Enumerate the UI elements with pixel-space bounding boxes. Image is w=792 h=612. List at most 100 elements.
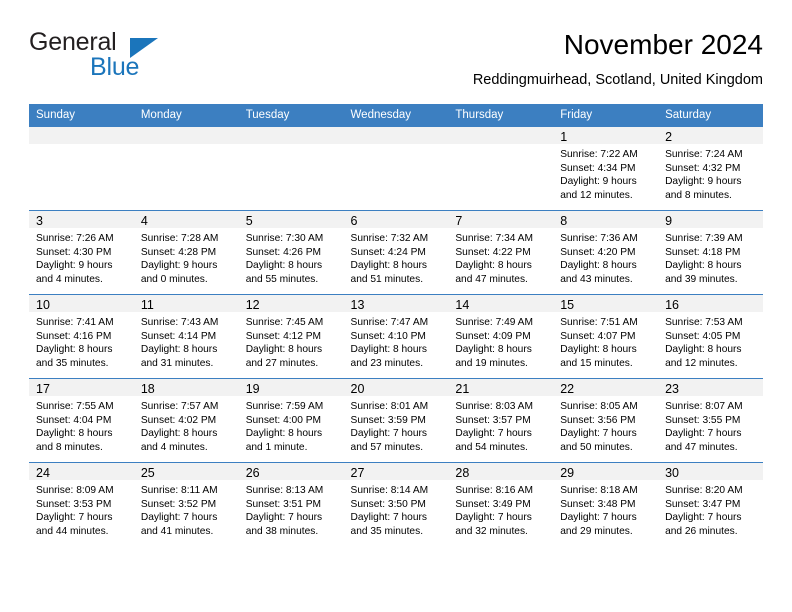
day-detail-line: and 4 minutes. [140,441,208,453]
day-detail-block: Sunrise: 7:59 AM Sunset: 4:00 PM Daylight:… [239,396,344,454]
calendar-day-cell[interactable]: 7 Sunrise: 7:34 AM Sunset: 4:22 PM Daylight… [448,210,554,295]
day-number: 8 [560,214,568,228]
weekday-header-monday: Monday [133,104,239,127]
day-detail-block: Sunrise: 8:20 AM Sunset: 3:47 PM Daylight:… [658,480,763,538]
day-detail-block: Sunrise: 7:26 AM Sunset: 4:30 PM Daylight:… [29,228,134,286]
day-detail-line: Sunrise: 8:01 AM [350,401,429,412]
day-detail-line: and 47 minutes. [455,273,528,285]
calendar-day-cell[interactable]: 6 Sunrise: 7:32 AM Sunset: 4:24 PM Daylight… [343,210,449,295]
day-detail-line: Sunset: 4:14 PM [140,330,217,342]
day-detail-line: Sunrise: 7:49 AM [455,317,533,328]
day-detail-block: Sunrise: 8:14 AM Sunset: 3:50 PM Daylight:… [344,480,449,538]
day-detail-block: Sunrise: 7:43 AM Sunset: 4:14 PM Daylight:… [134,312,239,370]
day-detail-line: Sunset: 4:16 PM [36,330,112,342]
day-detail-line: Sunrise: 8:07 AM [665,401,743,412]
day-detail-line: Sunrise: 7:22 AM [560,149,638,160]
day-detail-block [29,144,134,148]
calendar-day-cell[interactable]: 24 Sunrise: 8:09 AM Sunset: 3:53 PM Dayligh… [29,462,134,546]
calendar-day-cell[interactable]: 25 Sunrise: 8:11 AM Sunset: 3:52 PM Dayligh… [133,462,239,546]
calendar-day-cell[interactable]: 9 Sunrise: 7:39 AM Sunset: 4:18 PM Daylight… [658,210,763,295]
calendar-page: General Blue November 2024 Reddingmuirhe… [0,0,792,612]
day-detail-line: Sunset: 4:12 PM [245,330,322,342]
day-number-band [29,127,134,144]
calendar-day-cell[interactable]: 16 Sunrise: 7:53 AM Sunset: 4:05 PM Dayligh… [658,294,763,379]
calendar-day-cell[interactable]: 1 Sunrise: 7:22 AM Sunset: 4:34 PM Daylight… [553,126,659,211]
calendar-day-cell[interactable]: 27 Sunrise: 8:14 AM Sunset: 3:50 PM Dayligh… [343,462,449,546]
day-detail-block: Sunrise: 8:16 AM Sunset: 3:49 PM Daylight:… [448,480,553,538]
day-detail-line: Sunset: 4:09 PM [455,330,531,342]
day-number: 13 [350,298,365,312]
day-number: 12 [245,298,260,312]
day-number: 1 [560,130,568,144]
day-number-band: 14 [448,295,554,312]
calendar-day-cell[interactable]: 5 Sunrise: 7:30 AM Sunset: 4:26 PM Daylight… [238,210,344,295]
calendar-day-cell[interactable]: 21 Sunrise: 8:03 AM Sunset: 3:57 PM Dayligh… [448,378,554,463]
calendar-day-cell[interactable]: 3 Sunrise: 7:26 AM Sunset: 4:30 PM Daylight… [29,210,134,295]
calendar-day-cell-empty [29,126,134,211]
day-number: 21 [455,382,470,396]
calendar-day-cell[interactable]: 29 Sunrise: 8:18 AM Sunset: 3:48 PM Dayligh… [553,462,659,546]
day-detail-block: Sunrise: 7:32 AM Sunset: 4:24 PM Daylight:… [344,228,449,286]
calendar-day-cell[interactable]: 28 Sunrise: 8:16 AM Sunset: 3:49 PM Dayligh… [448,462,554,546]
day-detail-line: Daylight: 8 hours [350,260,427,272]
calendar-day-cell[interactable]: 15 Sunrise: 7:51 AM Sunset: 4:07 PM Dayligh… [553,294,659,379]
day-number-band: 5 [238,211,344,228]
calendar-day-cell[interactable]: 10 Sunrise: 7:41 AM Sunset: 4:16 PM Dayligh… [29,294,134,379]
day-detail-block: Sunrise: 8:13 AM Sunset: 3:51 PM Daylight:… [239,480,344,538]
day-detail-line: and 19 minutes. [455,357,528,369]
day-detail-line: Sunset: 3:56 PM [560,414,636,426]
day-detail-line: and 41 minutes. [140,525,214,537]
day-detail-block: Sunrise: 8:11 AM Sunset: 3:52 PM Daylight:… [134,480,239,538]
day-detail-line: Sunset: 4:18 PM [665,246,741,258]
day-number-band: 1 [553,127,659,144]
calendar-day-cell[interactable]: 2 Sunrise: 7:24 AM Sunset: 4:32 PM Daylight… [658,126,763,211]
day-detail-line: Sunset: 3:52 PM [140,498,217,510]
day-detail-line: Sunrise: 8:16 AM [455,485,533,496]
day-number-band: 18 [133,379,239,396]
day-detail-line: Daylight: 8 hours [245,344,323,356]
calendar-day-cell[interactable]: 20 Sunrise: 8:01 AM Sunset: 3:59 PM Dayligh… [343,378,449,463]
day-detail-line: and 50 minutes. [560,441,633,453]
calendar-day-cell[interactable]: 22 Sunrise: 8:05 AM Sunset: 3:56 PM Dayligh… [553,378,659,463]
day-detail-line: Sunrise: 7:30 AM [245,233,324,244]
calendar-day-cell[interactable]: 12 Sunrise: 7:45 AM Sunset: 4:12 PM Dayligh… [238,294,344,379]
day-detail-line: Sunrise: 8:14 AM [350,485,429,496]
day-detail-line: Sunset: 3:51 PM [245,498,322,510]
day-detail-line: and 12 minutes. [560,189,633,201]
day-detail-line: Sunset: 4:00 PM [245,414,322,426]
day-detail-line: Sunrise: 7:59 AM [245,401,324,412]
day-detail-line: Daylight: 8 hours [36,428,113,440]
day-detail-line: Daylight: 7 hours [560,428,637,440]
calendar-day-cell[interactable]: 11 Sunrise: 7:43 AM Sunset: 4:14 PM Dayligh… [133,294,239,379]
day-detail-block: Sunrise: 7:39 AM Sunset: 4:18 PM Daylight:… [658,228,763,286]
day-detail-line: Sunrise: 7:57 AM [140,401,219,412]
calendar-day-cell[interactable]: 30 Sunrise: 8:20 AM Sunset: 3:47 PM Dayligh… [658,462,763,546]
day-detail-line: and 12 minutes. [665,357,738,369]
day-detail-line: Daylight: 8 hours [140,428,218,440]
calendar-day-cell[interactable]: 13 Sunrise: 7:47 AM Sunset: 4:10 PM Dayligh… [343,294,449,379]
day-detail-line: Sunrise: 7:39 AM [665,233,743,244]
calendar-day-cell[interactable]: 18 Sunrise: 7:57 AM Sunset: 4:02 PM Dayligh… [133,378,239,463]
day-detail-line: Sunset: 4:34 PM [560,162,636,174]
day-detail-line: Sunrise: 8:09 AM [36,485,114,496]
day-number: 28 [455,466,470,480]
calendar-day-cell[interactable]: 4 Sunrise: 7:28 AM Sunset: 4:28 PM Daylight… [133,210,239,295]
day-detail-line: Sunset: 4:20 PM [560,246,636,258]
day-number: 9 [665,214,673,228]
calendar-day-cell[interactable]: 19 Sunrise: 7:59 AM Sunset: 4:00 PM Dayligh… [238,378,344,463]
day-detail-line: Daylight: 9 hours [140,260,218,272]
day-detail-line: Daylight: 7 hours [245,512,323,524]
weekday-header-friday: Friday [553,104,659,127]
calendar-day-cell[interactable]: 8 Sunrise: 7:36 AM Sunset: 4:20 PM Daylight… [553,210,659,295]
day-detail-line: Sunset: 4:24 PM [350,246,426,258]
day-detail-line: and 32 minutes. [455,525,528,537]
calendar-day-cell[interactable]: 14 Sunrise: 7:49 AM Sunset: 4:09 PM Dayligh… [448,294,554,379]
calendar-day-cell[interactable]: 17 Sunrise: 7:55 AM Sunset: 4:04 PM Dayligh… [29,378,134,463]
day-number-band: 11 [133,295,239,312]
calendar-day-cell[interactable]: 26 Sunrise: 8:13 AM Sunset: 3:51 PM Dayligh… [238,462,344,546]
day-detail-line: Sunset: 4:02 PM [140,414,217,426]
day-detail-line: Daylight: 7 hours [455,428,532,440]
calendar-day-cell[interactable]: 23 Sunrise: 8:07 AM Sunset: 3:55 PM Dayligh… [658,378,763,463]
day-detail-block: Sunrise: 7:41 AM Sunset: 4:16 PM Daylight:… [29,312,134,370]
day-detail-block [448,144,553,148]
